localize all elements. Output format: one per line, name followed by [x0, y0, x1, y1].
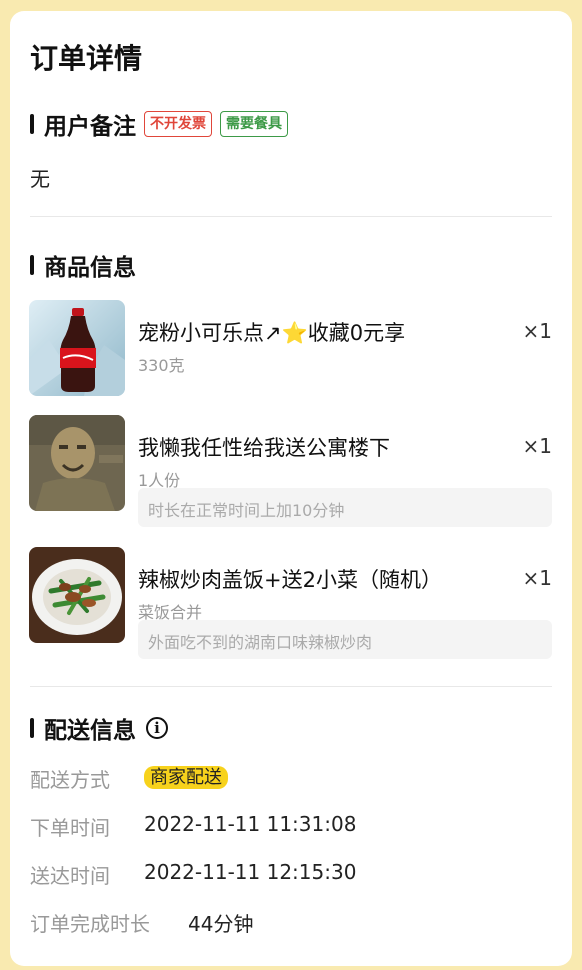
order-time-value: 2022-11-11 11:31:08	[144, 812, 357, 836]
delivered-time-label: 送达时间	[30, 864, 110, 888]
products-title: 商品信息	[44, 255, 136, 281]
product-name[interactable]: 我懒我任性给我送公寓楼下	[138, 432, 390, 462]
divider	[30, 216, 552, 217]
section-marker	[30, 255, 34, 275]
completion-duration-value: 44分钟	[188, 912, 254, 936]
section-marker	[30, 114, 34, 134]
remarks-section-header: 用户备注 不开发票 需要餐具	[30, 107, 288, 141]
need-cutlery-tag: 需要餐具	[220, 111, 288, 137]
delivery-method-value: 商家配送	[144, 763, 228, 789]
order-detail-card: 订单详情 用户备注 不开发票 需要餐具 无 商品信息 宠粉小可乐点↗⭐收藏0元享…	[10, 11, 572, 966]
divider	[30, 686, 552, 687]
no-invoice-tag: 不开发票	[144, 111, 212, 137]
order-time-label: 下单时间	[30, 816, 110, 840]
product-note-text: 外面吃不到的湖南口味辣椒炒肉	[148, 633, 373, 652]
products-section-header: 商品信息	[30, 248, 136, 282]
delivery-title: 配送信息	[44, 718, 136, 744]
product-name[interactable]: 辣椒炒肉盖饭+送2小菜（随机）	[138, 564, 442, 594]
product-quantity: ×1	[522, 319, 552, 343]
product-note-text: 时长在正常时间上加10分钟	[148, 501, 345, 520]
product-note: 外面吃不到的湖南口味辣椒炒肉	[138, 620, 552, 659]
page-title: 订单详情	[30, 42, 143, 75]
completion-duration-label: 订单完成时长	[30, 912, 150, 936]
product-image-pepper-pork[interactable]	[29, 547, 125, 643]
merchant-delivery-badge: 商家配送	[144, 766, 228, 789]
delivery-method-label: 配送方式	[30, 768, 110, 792]
product-image-meme[interactable]	[29, 415, 125, 511]
remarks-title: 用户备注	[44, 114, 136, 140]
product-note: 时长在正常时间上加10分钟	[138, 488, 552, 527]
product-quantity: ×1	[522, 566, 552, 590]
product-name[interactable]: 宠粉小可乐点↗⭐收藏0元享	[138, 317, 405, 347]
delivery-section-header: 配送信息 i	[30, 711, 168, 745]
section-marker	[30, 718, 34, 738]
info-icon[interactable]: i	[146, 717, 168, 739]
product-spec: 330克	[138, 356, 185, 375]
product-image-cola[interactable]	[29, 300, 125, 396]
delivered-time-value: 2022-11-11 12:15:30	[144, 860, 357, 884]
remark-content: 无	[30, 167, 50, 191]
product-quantity: ×1	[522, 434, 552, 458]
